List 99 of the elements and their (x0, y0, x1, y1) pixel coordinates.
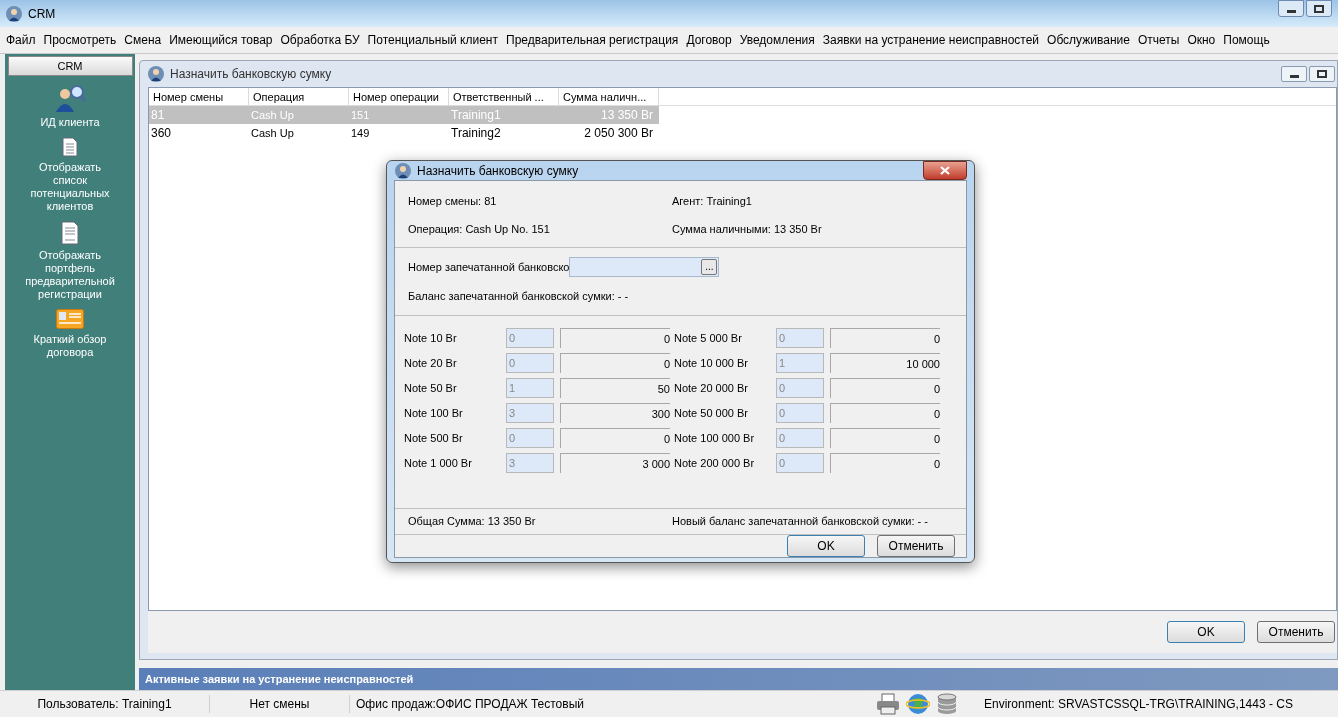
globe-icon[interactable] (906, 693, 930, 715)
menu-item[interactable]: Файл (6, 31, 36, 49)
printer-icon[interactable] (876, 693, 900, 715)
column-header[interactable]: Ответственный ... (449, 88, 559, 105)
table-cell-text: Cash Up (250, 108, 295, 123)
close-button[interactable] (923, 161, 967, 180)
total-text: Общая Сумма: 13 350 Br (408, 513, 537, 529)
note-label: Note 500 Br (404, 430, 464, 446)
status-office: Офис продаж:ОФИС ПРОДАЖ Тестовый (355, 696, 585, 713)
minimize-button[interactable] (1281, 66, 1307, 82)
table-row[interactable]: 360 Cash Up 149 Training2 2 050 300 Br (149, 124, 659, 142)
amount-field: 3 000 (560, 453, 670, 473)
table-cell-text: 149 (350, 126, 371, 141)
minimize-button[interactable] (1278, 0, 1304, 17)
amount-field: 0 (560, 328, 670, 348)
amount-field: 0 (830, 378, 940, 398)
info-text: Агент: Training1 (672, 194, 753, 209)
menu-item[interactable]: Обработка БУ (280, 31, 360, 49)
browse-button[interactable]: ... (701, 259, 718, 275)
status-environment: Environment: SRVASTCSSQL-TRG\TRAINING,1443 - CS (984, 696, 1293, 713)
note-label: Note 200 000 Br (674, 455, 756, 471)
user-avatar-icon (395, 162, 411, 179)
sidebar-item[interactable]: Отображать портфель предварительной регистрации (22, 249, 118, 301)
sidebar-item[interactable]: Краткий обзор договора (22, 333, 118, 359)
table-cell-text: 151 (350, 108, 371, 123)
table-cell-text: 13 350 Br (599, 107, 654, 124)
menu-item[interactable]: Договор (686, 31, 732, 49)
note-label: Note 50 Br (404, 380, 458, 396)
maximize-icon (1314, 4, 1324, 13)
amount-field: 0 (560, 353, 670, 373)
column-header[interactable]: Операция (249, 88, 349, 105)
user-search-icon (54, 84, 86, 112)
sidebar-item[interactable]: ИД клиента (22, 116, 118, 129)
status-shift: Нет смены (210, 695, 350, 713)
column-header[interactable]: Сумма наличн... (559, 88, 659, 105)
user-avatar-icon (148, 66, 164, 82)
maximize-button[interactable] (1306, 0, 1332, 17)
document-icon (62, 137, 78, 157)
menu-item[interactable]: Отчеты (1137, 31, 1180, 49)
note-label: Note 50 000 Br (674, 405, 749, 421)
sidebar-header-button[interactable]: CRM (7, 56, 133, 76)
menu-item[interactable]: Просмотреть (43, 31, 117, 49)
note-label: Note 20 000 Br (674, 380, 749, 396)
table-cell-text: 2 050 300 Br (583, 125, 654, 142)
menu-item[interactable]: Уведомления (739, 31, 815, 49)
new-balance-text: Новый баланс запечатанной банковской сумки: - - (672, 513, 929, 529)
bag-number-label: Номер запечатанной банковско (408, 259, 570, 275)
maximize-button[interactable] (1309, 66, 1335, 82)
ok-button[interactable]: OK (787, 534, 865, 557)
amount-field: 300 (560, 403, 670, 423)
bag-number-field[interactable]: ... (569, 257, 720, 277)
status-user: Пользователь: Training1 (0, 695, 210, 713)
info-text: Номер смены: 81 (408, 194, 498, 209)
menu-item[interactable]: Предварительная регистрация (506, 31, 679, 49)
note-label: Note 10 000 Br (674, 355, 749, 371)
sidebar-item[interactable]: Отображать список потенциальных клиентов (22, 161, 118, 213)
active-requests-title: Активные заявки на устранение неисправностей (145, 671, 414, 687)
dialog-title: Назначить банковскую сумку (417, 162, 579, 180)
window-title: CRM (28, 5, 56, 23)
column-header[interactable]: Номер смены (149, 88, 249, 105)
menu-item[interactable]: Окно (1187, 31, 1216, 49)
note-label: Note 10 Br (404, 330, 458, 346)
menu-item[interactable]: Обслуживание (1047, 31, 1130, 49)
menu-item[interactable]: Смена (124, 31, 162, 49)
table-cell-text: Cash Up (250, 126, 295, 141)
user-avatar-icon (6, 5, 22, 22)
amount-field: 0 (830, 428, 940, 448)
cancel-button[interactable]: Отменить (1257, 621, 1335, 643)
maximize-icon (1317, 70, 1327, 78)
amount-field: 0 (830, 403, 940, 423)
note-label: Note 100 Br (404, 405, 464, 421)
note-label: Note 20 Br (404, 355, 458, 371)
info-text: Сумма наличными: 13 350 Br (672, 221, 823, 237)
menu-item[interactable]: Помощь (1223, 31, 1270, 49)
form-document-icon (61, 221, 79, 245)
inner-window-title: Назначить банковскую сумку (170, 66, 332, 83)
amount-field: 0 (830, 453, 940, 473)
table-cell-text: 81 (150, 107, 166, 124)
ok-button[interactable]: OK (1167, 621, 1245, 643)
cancel-button[interactable]: Отменить (877, 534, 955, 557)
menu-item[interactable]: Потенциальный клиент (367, 31, 498, 49)
note-label: Note 1 000 Br (404, 455, 473, 471)
amount-field: 50 (560, 378, 670, 398)
info-text: Операция: Cash Up No. 151 (408, 221, 551, 237)
note-label: Note 5 000 Br (674, 330, 743, 346)
amount-field: 10 000 (830, 353, 940, 373)
contact-card-icon (56, 309, 84, 329)
table-cell-text: 360 (150, 125, 173, 142)
database-icon[interactable] (936, 693, 958, 715)
amount-field: 0 (560, 428, 670, 448)
table-cell-text: Training2 (450, 125, 502, 142)
amount-field: 0 (830, 328, 940, 348)
column-header[interactable]: Номер операции (349, 88, 449, 105)
menu-item[interactable]: Имеющийся товар (169, 31, 273, 49)
menu-item[interactable]: Заявки на устранение неисправностей (822, 31, 1040, 49)
table-cell-text: Training1 (450, 107, 502, 124)
close-icon (940, 166, 950, 175)
note-label: Note 100 000 Br (674, 430, 756, 446)
bag-balance-text: Баланс запечатанной банковской сумки: - - (408, 289, 630, 304)
